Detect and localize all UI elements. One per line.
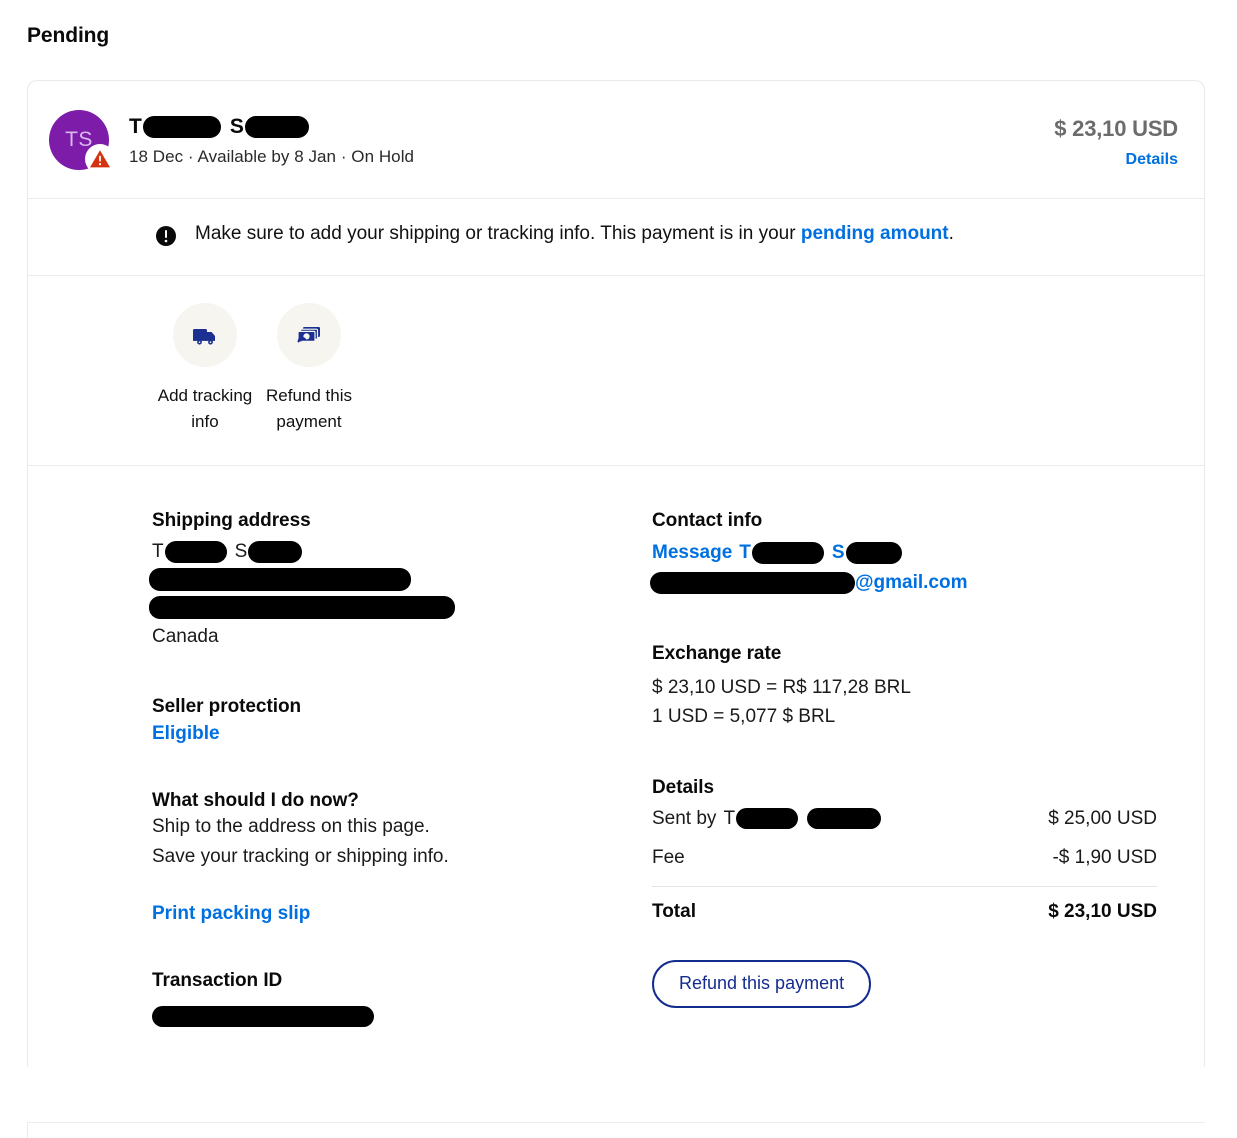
left-column: Shipping address T S Canada Seller prote… — [28, 510, 643, 1027]
add-tracking-info-button[interactable]: Add tracking info — [155, 303, 255, 435]
recipient-initial-1: T — [152, 540, 164, 562]
alert-text: Make sure to add your shipping or tracki… — [195, 222, 954, 247]
payer-name-initial-1: T — [129, 115, 142, 138]
seller-protection-title: Seller protection — [152, 696, 302, 718]
exclamation-circle-icon — [155, 225, 177, 252]
recipient-name: T S — [152, 538, 643, 566]
detail-row-sent-by: Sent by T $ 25,00 USD — [652, 799, 1157, 838]
message-buyer-link-row: Message T S — [652, 538, 1157, 568]
redaction-bar — [845, 541, 902, 564]
transaction-id-value — [152, 1005, 643, 1027]
redaction-bar — [650, 571, 855, 594]
message-label: Message — [652, 541, 733, 563]
redaction-bar — [807, 808, 882, 830]
email-domain: @gmail.com — [855, 571, 968, 593]
what-to-do-line-1: Ship to the address on this page. — [152, 816, 430, 838]
detail-row-fee: Fee -$ 1,90 USD — [652, 838, 1157, 877]
alert-text-before: Make sure to add your shipping or tracki… — [195, 223, 801, 244]
total-amount: $ 23,10 USD — [1048, 900, 1157, 922]
payer-name-initial-2: S — [229, 115, 244, 138]
card-bottom-divider — [27, 1122, 1205, 1123]
shipping-address-title: Shipping address — [152, 509, 311, 531]
alert-text-after: . — [948, 223, 954, 244]
sent-by-amount: $ 25,00 USD — [1048, 807, 1157, 829]
exchange-rate-title: Exchange rate — [652, 642, 782, 664]
refund-this-payment-button[interactable]: Refund this payment — [652, 959, 872, 1009]
redaction-bar — [164, 540, 227, 563]
page-title: Pending — [27, 24, 110, 47]
contact-initial-1: T — [739, 541, 751, 563]
transaction-id-title: Transaction ID — [152, 969, 283, 991]
sent-by-label-group: Sent by T — [652, 807, 882, 830]
seller-protection-status: Eligible — [152, 723, 220, 745]
details-separator — [652, 885, 1157, 887]
details-link[interactable]: Details — [1054, 151, 1178, 169]
header-amount-block: $ 23,10 USD Details — [1054, 110, 1178, 169]
payer-name: T S — [129, 115, 1054, 138]
message-buyer-link[interactable]: Message T S — [652, 541, 902, 564]
details-title: Details — [652, 776, 714, 798]
avatar: TS — [49, 110, 117, 174]
shipping-address-value: T S Canada — [149, 538, 643, 651]
sender-initial-1: T — [723, 807, 736, 829]
redaction-bar — [244, 115, 309, 138]
contact-initial-2: S — [831, 541, 845, 563]
redaction-bar — [248, 540, 303, 563]
warning-triangle-icon — [85, 144, 115, 174]
action-label: Refund this payment — [266, 386, 352, 431]
refund-this-payment-icon-button[interactable]: Refund this payment — [259, 303, 359, 435]
contact-info-title: Contact info — [652, 509, 763, 531]
payment-card: TS T S 18 Dec · Available by 8 Jan · On … — [27, 80, 1205, 1067]
print-packing-slip-link[interactable]: Print packing slip — [152, 903, 310, 925]
buyer-email[interactable]: @gmail.com — [650, 568, 1157, 598]
alert-banner: Make sure to add your shipping or tracki… — [28, 199, 1204, 275]
address-country: Canada — [152, 625, 219, 647]
redaction-bar — [152, 1005, 374, 1027]
what-should-i-do-title: What should I do now? — [152, 790, 359, 812]
pending-payment-page: Pending TS T S 18 Dec · Available by 8 J… — [0, 0, 1237, 1138]
refund-money-icon — [277, 303, 341, 367]
fee-amount: -$ 1,90 USD — [1052, 846, 1157, 868]
quick-actions: Add tracking info Refund this payment — [28, 276, 1204, 465]
sent-by-label: Sent by — [652, 807, 717, 829]
payment-details-body: Shipping address T S Canada Seller prote… — [28, 466, 1204, 1067]
fee-label: Fee — [652, 846, 685, 868]
right-column: Contact info Message T S @gmail.com Exch… — [643, 510, 1178, 1027]
redaction-bar — [149, 596, 455, 620]
payment-header: TS T S 18 Dec · Available by 8 Jan · On … — [28, 81, 1204, 198]
address-line-2 — [149, 594, 643, 622]
redaction-bar — [736, 808, 799, 830]
truck-icon — [173, 303, 237, 367]
payment-amount: $ 23,10 USD — [1054, 116, 1178, 141]
payer-block: T S 18 Dec · Available by 8 Jan · On Hol… — [129, 110, 1054, 167]
redaction-bar — [142, 115, 221, 138]
detail-row-total: Total $ 23,10 USD — [652, 891, 1157, 931]
pending-amount-link[interactable]: pending amount — [801, 223, 949, 244]
redaction-bar — [751, 541, 824, 564]
action-label: Add tracking info — [157, 386, 253, 431]
exchange-rate-line-1: $ 23,10 USD = R$ 117,28 BRL — [652, 676, 911, 698]
address-line-1 — [149, 566, 643, 594]
redaction-bar — [149, 568, 411, 592]
payment-meta: 18 Dec · Available by 8 Jan · On Hold — [129, 147, 415, 167]
what-to-do-line-2: Save your tracking or shipping info. — [152, 845, 449, 867]
recipient-initial-2: S — [234, 540, 248, 562]
exchange-rate-line-2: 1 USD = 5,077 $ BRL — [652, 706, 836, 728]
total-label: Total — [652, 900, 696, 922]
card-left-edge — [27, 1122, 28, 1138]
